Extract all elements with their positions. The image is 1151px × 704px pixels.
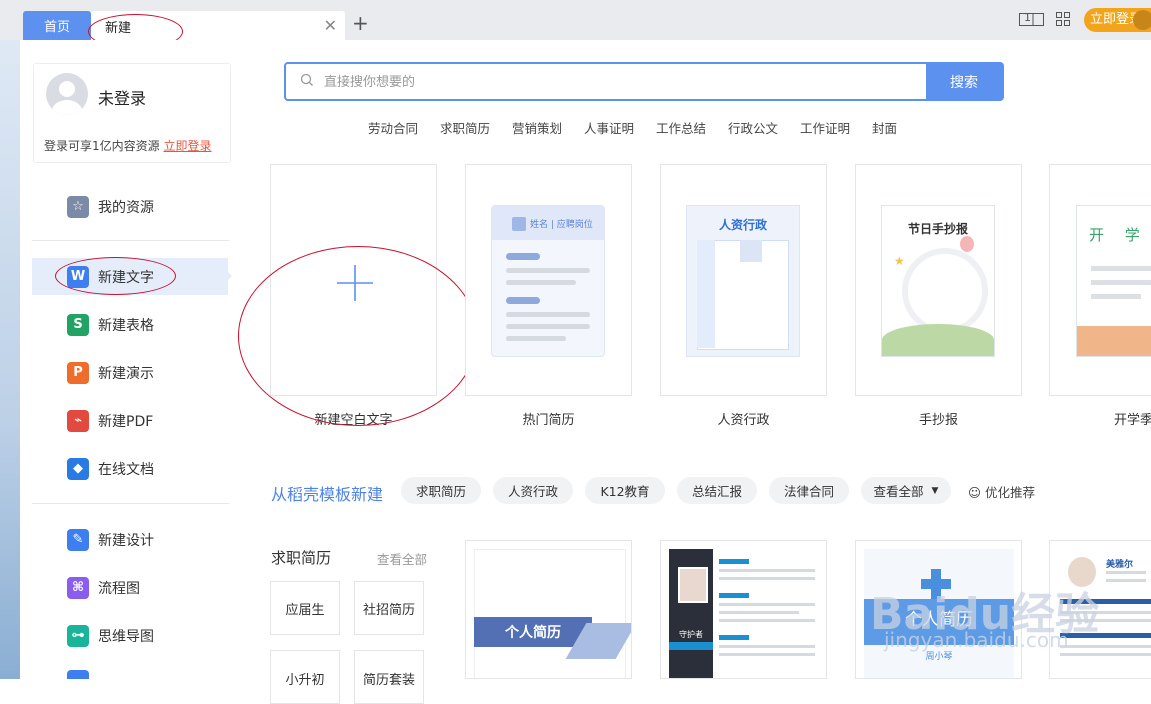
recommend-toggle[interactable]: ☺ 优化推荐 [968, 482, 1035, 501]
chip[interactable]: 总结汇报 [677, 477, 757, 504]
sidebar-item-label: 新建表格 [98, 317, 154, 334]
design-icon: ✎ [67, 528, 89, 551]
view-all-dropdown[interactable]: 查看全部 ▼ [861, 477, 951, 504]
active-pointer [226, 270, 232, 282]
sidebar-item-my-resources[interactable]: ☆ 我的资源 [32, 188, 228, 225]
add-tab-icon[interactable]: + [352, 11, 369, 35]
chip[interactable]: 人资行政 [493, 477, 573, 504]
login-tip: 登录可享1亿内容资源 立即登录 [44, 137, 211, 154]
divider [32, 240, 229, 241]
window-mode-icon[interactable]: 1 [1019, 11, 1045, 31]
flowchart-icon: ⌘ [67, 576, 89, 599]
card-label: 人资行政 [717, 413, 770, 428]
card-hot-resume[interactable]: 姓名 | 应聘岗位 [465, 164, 632, 396]
cube-icon: ◆ [67, 457, 89, 480]
newspaper-thumb: 节日手抄报 ★ [881, 205, 995, 357]
star-icon: ☆ [67, 195, 89, 218]
hot-link[interactable]: 封面 [872, 118, 897, 137]
sidebar-item-label: 流程图 [98, 580, 140, 597]
p-icon: P [67, 361, 89, 384]
search-input[interactable] [322, 64, 926, 101]
search-button[interactable]: 搜索 [926, 64, 1002, 99]
sidebar-item-label: 新建PDF [98, 413, 154, 430]
annotation-ellipse [238, 246, 478, 426]
sidebar-item-label: 思维导图 [98, 628, 154, 645]
resume-tag[interactable]: 简历套装 [354, 650, 424, 704]
hr-thumb: 人资行政 [686, 205, 800, 357]
login-link[interactable]: 立即登录 [163, 139, 211, 153]
divider [32, 503, 229, 504]
hot-link[interactable]: 劳动合同 [368, 118, 418, 137]
resume-thumb: 姓名 | 应聘岗位 [491, 205, 605, 357]
card-label: 手抄报 [918, 413, 958, 428]
resume-tag[interactable]: 社招简历 [354, 581, 424, 635]
recommend-label: 优化推荐 [985, 485, 1036, 500]
annotation-ellipse [55, 257, 176, 295]
watermark-url: jingyan.baidu.com [884, 628, 1069, 652]
login-tip-text: 登录可享1亿内容资源 [44, 139, 160, 153]
resume-thumb-title: 姓名 | 应聘岗位 [530, 220, 593, 230]
hot-link[interactable]: 人事证明 [584, 118, 634, 137]
school-thumb-title: 开 学 [1089, 226, 1148, 244]
school-thumb: 开 学 [1076, 205, 1151, 357]
s-icon: S [67, 313, 89, 336]
resume-tag[interactable]: 应届生 [270, 581, 340, 635]
sidebar-item-mindmap[interactable]: ⊶ 思维导图 [32, 617, 228, 654]
window-mode-label: 1 [1024, 11, 1031, 24]
card-school-season[interactable]: 开 学 [1049, 164, 1151, 396]
hr-thumb-title: 人资行政 [718, 218, 767, 232]
hot-link[interactable]: 营销策划 [512, 118, 562, 137]
chip[interactable]: 法律合同 [769, 477, 849, 504]
card-label: 热门简历 [522, 413, 575, 428]
sidebar-item-online-doc[interactable]: ◆ 在线文档 [32, 450, 228, 487]
login-button[interactable]: 立即登录 [1084, 8, 1151, 32]
resume-tag[interactable]: 小升初 [270, 650, 340, 704]
hot-link[interactable]: 工作证明 [800, 118, 850, 137]
sidebar-item-new-presentation[interactable]: P 新建演示 [32, 354, 228, 391]
grid-icon[interactable] [1056, 12, 1070, 30]
sidebar-item-label: 新建设计 [98, 532, 154, 549]
resume-thumb-name: 守护者 [679, 630, 703, 639]
chip[interactable]: K12教育 [585, 477, 665, 504]
resume-section-title: 求职简历 [271, 549, 332, 567]
resume-thumb-name: 美雅尔 [1106, 560, 1134, 570]
sidebar-item-new-sheet[interactable]: S 新建表格 [32, 306, 228, 343]
avatar[interactable] [46, 73, 88, 115]
view-all-label: 查看全部 [873, 484, 924, 499]
sidebar-item-label: 我的资源 [98, 199, 154, 216]
search-icon [300, 73, 314, 91]
search-box: 搜索 [284, 62, 1004, 101]
view-all-link[interactable]: 查看全部 [377, 549, 427, 568]
desktop-background [0, 40, 20, 679]
close-icon[interactable]: ✕ [324, 16, 337, 35]
hot-link[interactable]: 工作总结 [656, 118, 706, 137]
avatar-icon [1133, 10, 1151, 30]
card-handwritten-newspaper[interactable]: 节日手抄报 ★ [855, 164, 1022, 396]
user-name: 未登录 [98, 89, 147, 108]
more-icon [67, 670, 89, 679]
sidebar-item-new-design[interactable]: ✎ 新建设计 [32, 521, 228, 558]
resume-thumb[interactable]: 守护者 [660, 540, 827, 679]
newspaper-thumb-title: 节日手抄报 [907, 222, 968, 236]
sidebar-item-label: 新建演示 [98, 365, 154, 382]
hot-link[interactable]: 求职简历 [440, 118, 490, 137]
template-section-title[interactable]: 从稻壳模板新建 [271, 481, 383, 505]
card-label: 开学季 [1114, 413, 1151, 428]
card-hr-admin[interactable]: 人资行政 [660, 164, 827, 396]
sidebar-item-new-pdf[interactable]: ⌁ 新建PDF [32, 402, 228, 439]
chip[interactable]: 求职简历 [401, 477, 481, 504]
hot-link[interactable]: 行政公文 [728, 118, 778, 137]
tab-home[interactable]: 首页 [23, 11, 91, 40]
sidebar-item-label: 在线文档 [98, 461, 154, 478]
resume-thumb[interactable]: 个人简历 [465, 540, 632, 679]
pdf-icon: ⌁ [67, 409, 89, 432]
smile-icon: ☺ [968, 485, 982, 500]
sidebar-item-flowchart[interactable]: ⌘ 流程图 [32, 569, 228, 606]
caret-down-icon: ▼ [931, 485, 939, 496]
mindmap-icon: ⊶ [67, 624, 89, 647]
